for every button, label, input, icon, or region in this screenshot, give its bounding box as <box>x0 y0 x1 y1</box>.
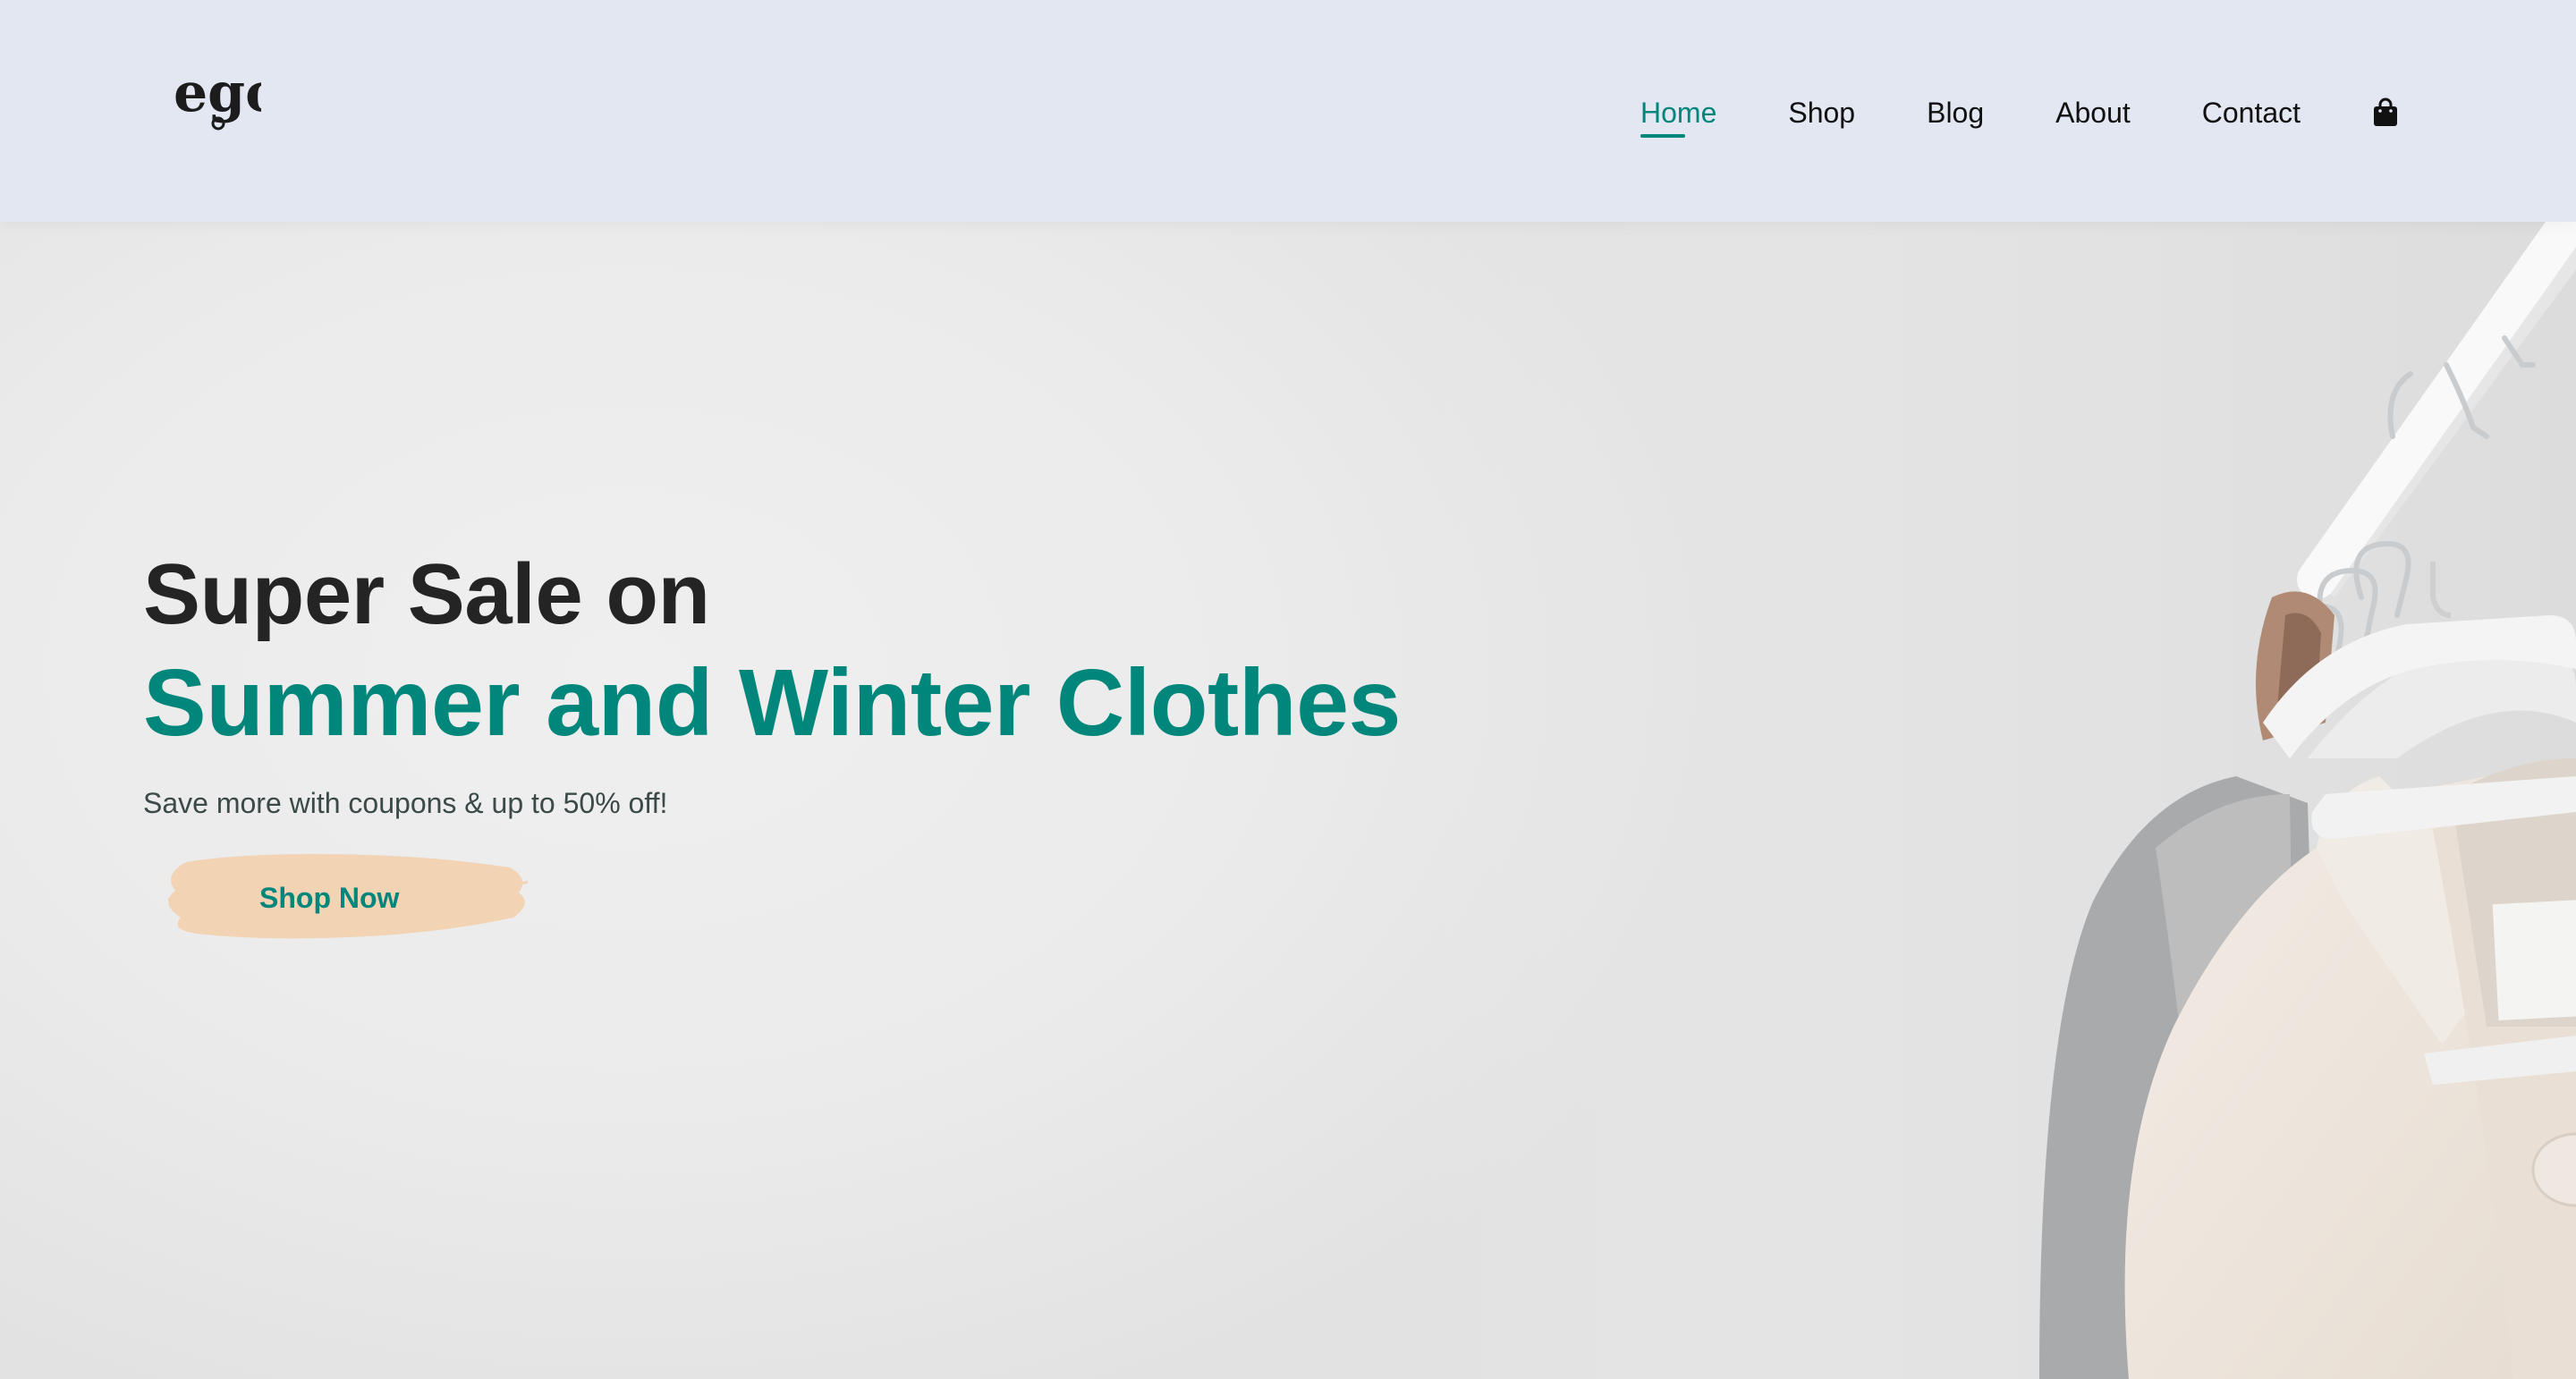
hero-heading-accent: Summer and Winter Clothes <box>143 650 1401 756</box>
brand-logo[interactable]: ego <box>172 59 261 140</box>
clothes-on-hangers-photo <box>1413 222 2576 1379</box>
hero-subtitle: Save more with coupons & up to 50% off! <box>143 787 668 819</box>
shop-now-button[interactable]: Shop Now <box>143 848 528 946</box>
site-header: ego Home Shop Blog About Contact <box>0 0 2576 222</box>
hero-section: Super Sale on Summer and Winter Clothes … <box>0 222 2576 1379</box>
svg-text:ego: ego <box>174 62 261 124</box>
nav-home[interactable]: Home <box>1640 93 1716 138</box>
shopping-bag-icon[interactable] <box>2372 97 2399 128</box>
nav-about[interactable]: About <box>2055 93 2131 132</box>
nav-blog[interactable]: Blog <box>1927 93 1984 132</box>
hero-heading: Super Sale on <box>143 546 710 642</box>
nav-shop[interactable]: Shop <box>1788 93 1855 132</box>
nav-contact[interactable]: Contact <box>2202 93 2301 132</box>
main-nav: Home Shop Blog About Contact <box>1640 93 2399 138</box>
shop-now-label: Shop Now <box>259 882 400 914</box>
